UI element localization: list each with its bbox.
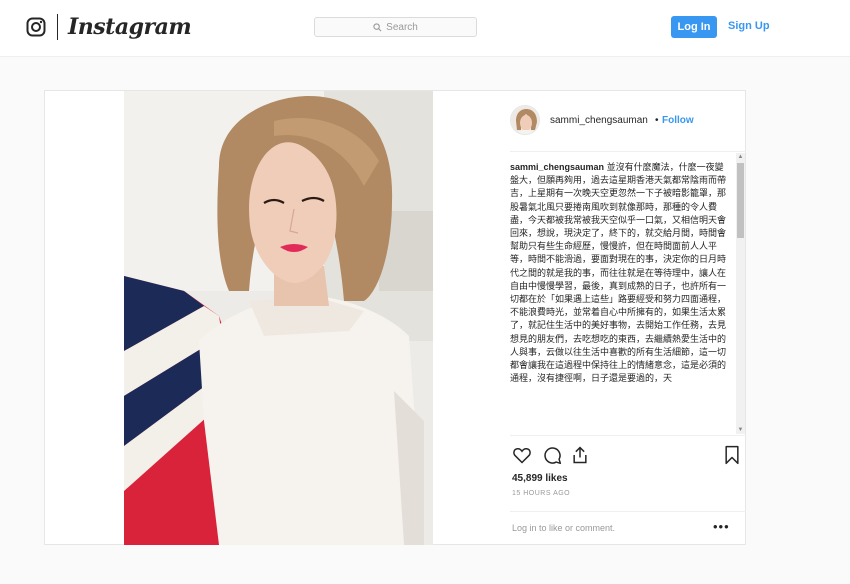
share-icon <box>573 446 587 464</box>
follow-button[interactable]: Follow <box>662 115 694 126</box>
caption-text: 並沒有什麼魔法，什麼一夜變盤大，但願再夠用，過去這星期香港天氣都常陰雨而帶吉，上… <box>510 162 727 384</box>
comment-button[interactable] <box>540 443 564 467</box>
share-button[interactable] <box>568 443 592 467</box>
post-timestamp[interactable]: 15 HOURS AGO <box>512 490 570 497</box>
login-button[interactable]: Log In <box>671 16 717 38</box>
post-photo[interactable] <box>124 91 433 545</box>
post-header: sammi_chengsauman • Follow <box>510 91 746 147</box>
caption-username[interactable]: sammi_chengsauman <box>510 162 604 172</box>
post-sidebar: sammi_chengsauman • Follow sammi_chengsa… <box>510 91 746 545</box>
caption-scroll-area[interactable]: sammi_chengsauman 並沒有什麼魔法，什麼一夜變盤大，但願再夠用，… <box>510 153 746 434</box>
save-button[interactable] <box>720 443 744 467</box>
scroll-up-arrow-icon[interactable]: ▲ <box>736 153 745 161</box>
avatar[interactable] <box>510 105 540 135</box>
comment-icon <box>544 447 562 465</box>
divider <box>510 151 746 152</box>
scrollbar-thumb[interactable] <box>737 163 744 238</box>
top-navigation-bar: Instagram Search Log In Sign Up <box>0 0 850 57</box>
like-button[interactable] <box>510 443 534 467</box>
post-username[interactable]: sammi_chengsauman <box>550 115 648 126</box>
divider <box>510 435 746 436</box>
separator-dot: • <box>655 115 659 126</box>
login-link[interactable]: Log in <box>512 523 537 533</box>
search-input[interactable]: Search <box>314 17 477 37</box>
avatar-image <box>511 106 539 134</box>
divider <box>510 511 746 512</box>
heart-icon <box>513 447 531 464</box>
search-icon <box>373 22 382 31</box>
logo-divider <box>57 14 58 40</box>
bookmark-icon <box>725 445 739 465</box>
post-actions <box>510 443 746 469</box>
post-card: sammi_chengsauman • Follow sammi_chengsa… <box>44 90 746 545</box>
caption-scrollbar[interactable]: ▲ ▼ <box>736 153 745 434</box>
search-placeholder: Search <box>386 21 418 33</box>
portrait-image <box>124 91 433 545</box>
caption: sammi_chengsauman 並沒有什麼魔法，什麼一夜變盤大，但願再夠用，… <box>510 161 728 385</box>
likes-count[interactable]: 45,899 likes <box>512 473 568 484</box>
signup-link[interactable]: Sign Up <box>728 20 770 32</box>
instagram-wordmark[interactable]: Instagram <box>68 14 192 40</box>
instagram-camera-icon[interactable] <box>26 17 46 37</box>
comment-prompt: Log in to like or comment. <box>512 523 615 533</box>
comment-prompt-text: to like or comment. <box>536 523 616 533</box>
scroll-down-arrow-icon[interactable]: ▼ <box>736 426 745 434</box>
more-options-button[interactable]: ••• <box>713 519 730 534</box>
